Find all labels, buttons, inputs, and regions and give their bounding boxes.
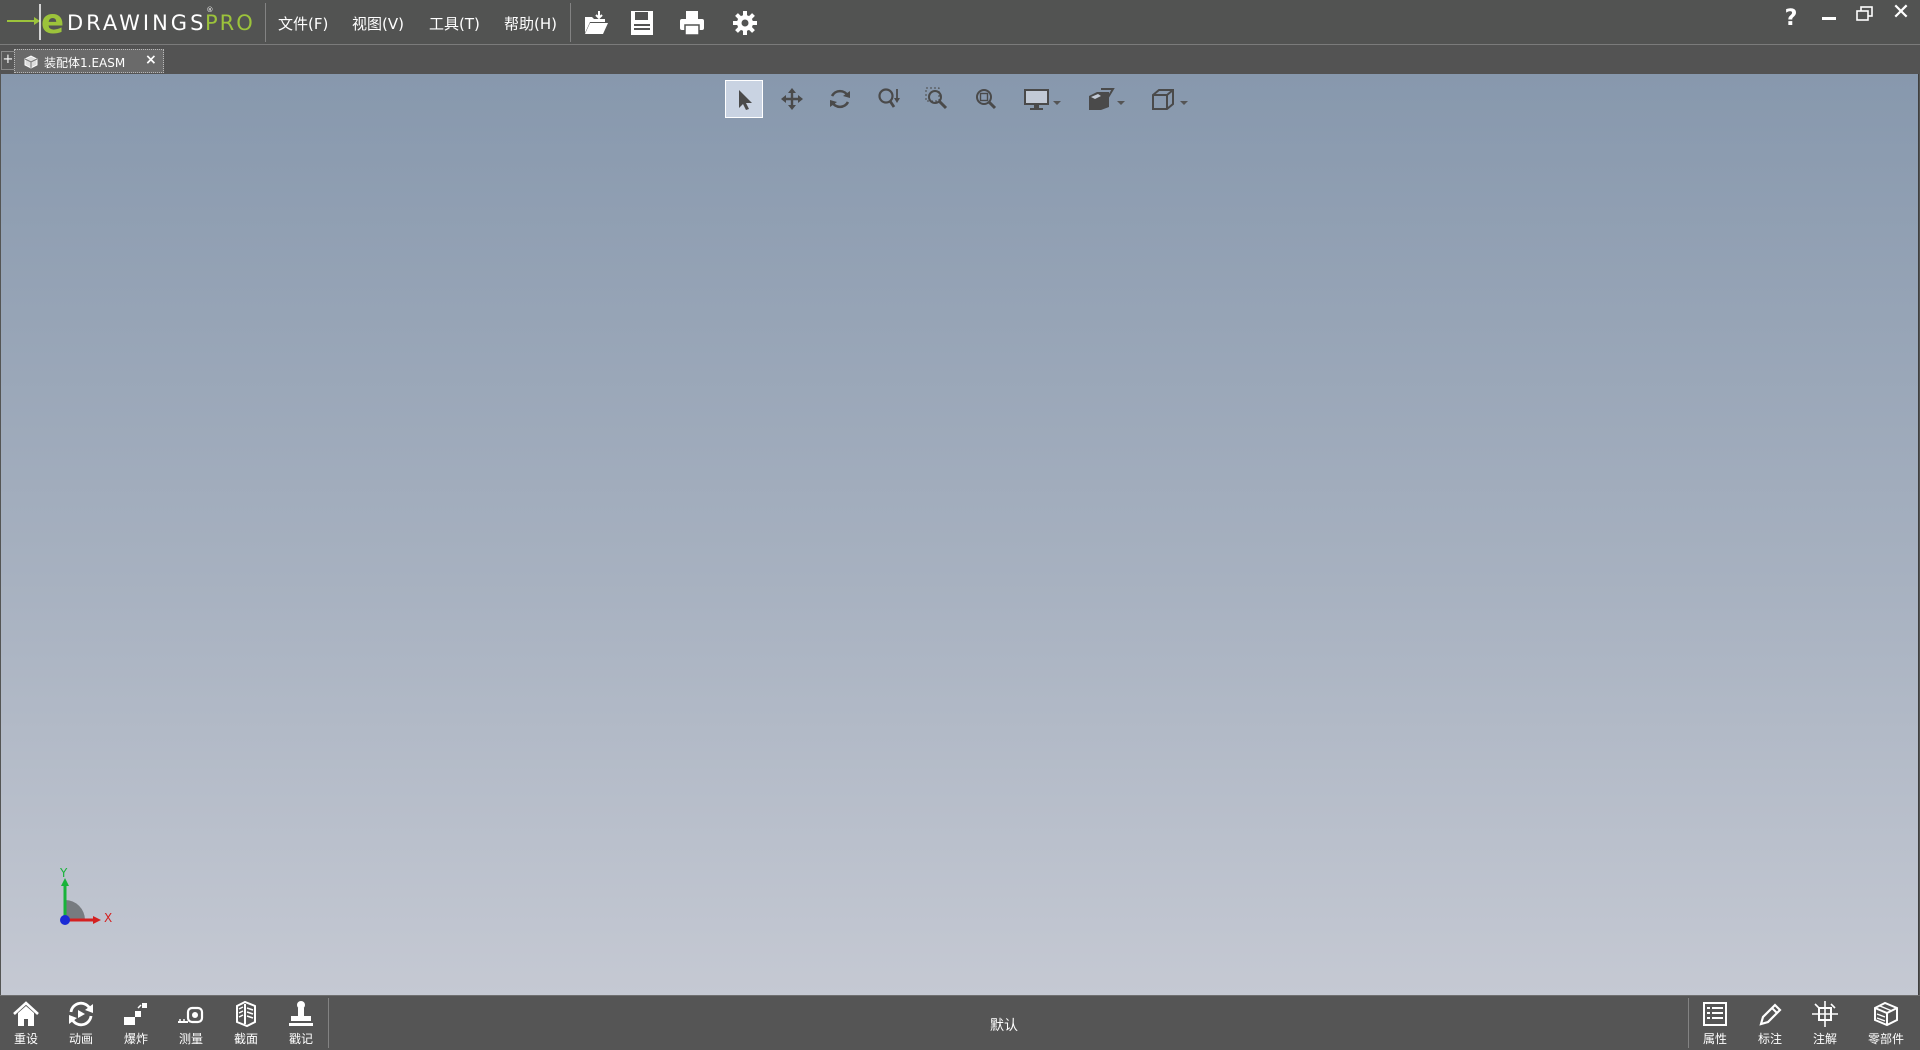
zoom-fit-icon bbox=[976, 89, 997, 110]
standard-views-dropdown[interactable] bbox=[1143, 80, 1189, 118]
section-label: 截面 bbox=[233, 1032, 258, 1046]
reset-button[interactable]: 重设 bbox=[1, 1000, 51, 1050]
properties-icon bbox=[1703, 1002, 1727, 1026]
stamp-label: 戳记 bbox=[288, 1032, 313, 1046]
move-arrows-icon bbox=[781, 88, 803, 110]
zoom-area-tool[interactable] bbox=[918, 80, 956, 118]
arrow-cursor-icon bbox=[739, 90, 752, 110]
section-icon bbox=[236, 1000, 256, 1028]
section-view-dropdown[interactable] bbox=[1080, 80, 1126, 118]
menu-file[interactable]: 文件(F) bbox=[278, 13, 328, 34]
measure-button[interactable]: 测量 bbox=[166, 1000, 216, 1050]
zoom-updown-icon bbox=[878, 88, 900, 108]
logo-pro: PRO bbox=[205, 11, 255, 35]
home-icon bbox=[13, 1001, 39, 1026]
axis-triad: Y X bbox=[51, 866, 121, 940]
divider bbox=[1688, 998, 1689, 1048]
components-icon bbox=[1874, 1001, 1898, 1027]
animate-icon bbox=[69, 1001, 93, 1027]
pan-tool[interactable] bbox=[773, 80, 811, 118]
markup-button[interactable]: 标注 bbox=[1745, 1000, 1795, 1050]
animate-label: 动画 bbox=[68, 1032, 93, 1046]
divider bbox=[328, 998, 329, 1048]
display-style-dropdown[interactable] bbox=[1016, 80, 1062, 118]
bottom-toolbar: 重设 动画 爆炸 测量 截面 戳记 默认 属性 标注 注解 零部件 bbox=[0, 995, 1920, 1050]
markup-label: 标注 bbox=[1757, 1032, 1782, 1046]
components-button[interactable]: 零部件 bbox=[1860, 1000, 1912, 1050]
divider bbox=[570, 3, 571, 42]
minimize-button[interactable] bbox=[1814, 2, 1844, 30]
select-tool[interactable] bbox=[725, 80, 763, 118]
properties-label: 属性 bbox=[1702, 1032, 1727, 1046]
open-folder-icon[interactable] bbox=[582, 9, 610, 37]
new-tab-button[interactable]: + bbox=[1, 51, 15, 70]
configuration-name[interactable]: 默认 bbox=[990, 1015, 1018, 1035]
rotate-icon bbox=[830, 89, 850, 109]
view-cube-icon bbox=[1152, 89, 1174, 110]
axis-y-label: Y bbox=[60, 866, 68, 880]
menu-tools[interactable]: 工具(T) bbox=[429, 13, 480, 34]
monitor-icon bbox=[1024, 89, 1049, 110]
close-tab-icon[interactable]: × bbox=[145, 52, 157, 68]
annotation-icon bbox=[1812, 1001, 1838, 1027]
svg-text:e: e bbox=[41, 2, 64, 42]
stamp-icon bbox=[289, 1001, 313, 1026]
axis-x-label: X bbox=[104, 911, 113, 925]
rotate-tool[interactable] bbox=[821, 80, 859, 118]
axis-triad-icon bbox=[60, 878, 101, 925]
properties-button[interactable]: 属性 bbox=[1690, 1000, 1740, 1050]
chevron-down-icon bbox=[1053, 101, 1061, 105]
print-icon[interactable] bbox=[678, 9, 706, 37]
chevron-down-icon bbox=[1180, 101, 1188, 105]
close-window-button[interactable]: ✕ bbox=[1886, 0, 1916, 28]
title-bar: e DRAWINGS® PRO 文件(F) 视图(V) 工具(T) 帮助(H) bbox=[0, 0, 1920, 45]
logo-word: DRAWINGS® bbox=[67, 6, 214, 35]
measure-label: 测量 bbox=[178, 1032, 203, 1046]
assembly-file-icon bbox=[24, 55, 38, 69]
annotation-label: 注解 bbox=[1812, 1032, 1837, 1046]
settings-gear-icon[interactable] bbox=[731, 9, 759, 37]
stamp-button[interactable]: 戳记 bbox=[276, 1000, 326, 1050]
section-button[interactable]: 截面 bbox=[221, 1000, 271, 1050]
reset-label: 重设 bbox=[13, 1032, 38, 1046]
animate-button[interactable]: 动画 bbox=[56, 1000, 106, 1050]
measure-icon bbox=[178, 1006, 204, 1024]
restore-icon bbox=[1856, 6, 1873, 21]
menu-help[interactable]: 帮助(H) bbox=[504, 13, 557, 34]
minimize-icon bbox=[1822, 17, 1836, 20]
annotation-button[interactable]: 注解 bbox=[1800, 1000, 1850, 1050]
graphics-viewport[interactable]: Y X bbox=[1, 74, 1919, 995]
components-label: 零部件 bbox=[1867, 1032, 1904, 1046]
save-icon[interactable] bbox=[628, 9, 656, 37]
zoom-fit-tool[interactable] bbox=[967, 80, 1005, 118]
edrawings-e-icon: e bbox=[7, 2, 64, 42]
help-button[interactable]: ? bbox=[1776, 6, 1806, 34]
section-cube-icon bbox=[1089, 88, 1115, 110]
restore-button[interactable] bbox=[1850, 2, 1880, 30]
document-tab-label: 装配体1.EASM bbox=[44, 56, 126, 70]
document-tab[interactable]: 装配体1.EASM × bbox=[14, 49, 164, 73]
explode-icon bbox=[124, 1003, 147, 1025]
edrawings-logo: e DRAWINGS® PRO bbox=[4, 0, 262, 45]
zoom-tool[interactable] bbox=[870, 80, 908, 118]
markup-pencil-icon bbox=[1759, 1003, 1782, 1026]
zoom-area-icon bbox=[925, 87, 948, 110]
divider bbox=[265, 3, 266, 42]
explode-button[interactable]: 爆炸 bbox=[111, 1000, 161, 1050]
document-tab-bar: + 装配体1.EASM × bbox=[0, 45, 1920, 74]
explode-label: 爆炸 bbox=[123, 1032, 148, 1046]
chevron-down-icon bbox=[1117, 101, 1125, 105]
menu-view[interactable]: 视图(V) bbox=[352, 13, 404, 34]
